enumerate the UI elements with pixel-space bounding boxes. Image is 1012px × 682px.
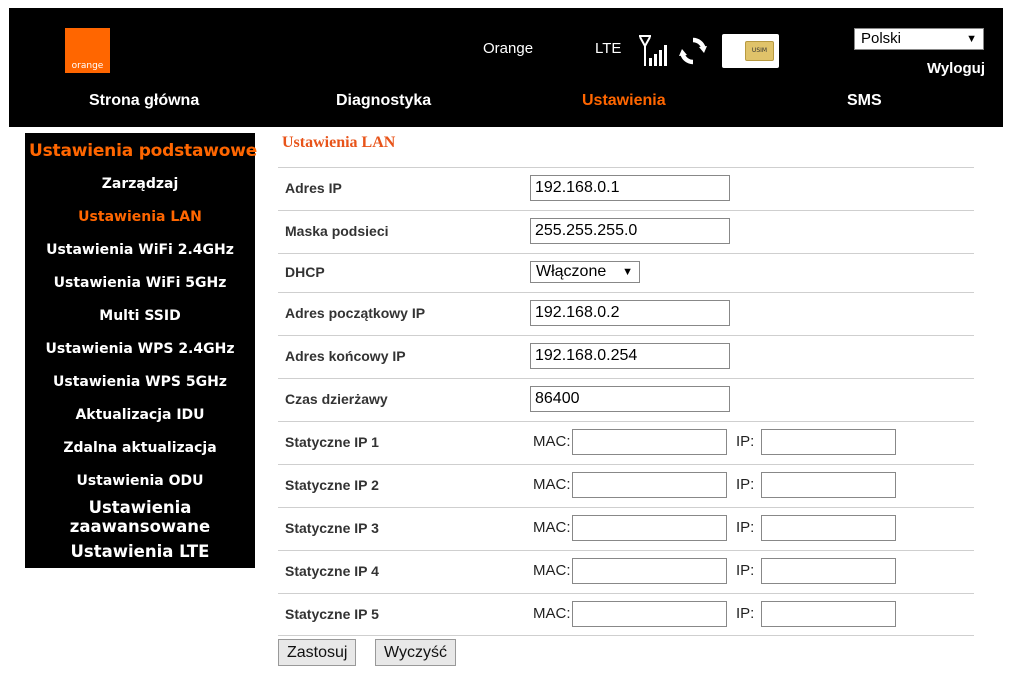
main-nav: Strona główna Diagnostyka Ustawienia SMS — [9, 92, 1003, 112]
sidebar-section-lte[interactable]: Ustawienia LTE — [25, 542, 255, 561]
sidebar-item-idu-update[interactable]: Aktualizacja IDU — [25, 407, 255, 423]
dhcp-label: DHCP — [285, 264, 325, 280]
static-ip-input[interactable] — [761, 515, 896, 541]
static-ip-label: Statyczne IP 1 — [285, 434, 379, 450]
static-ip-row: Statyczne IP 4 MAC: IP: — [278, 550, 974, 593]
static-ip-row: Statyczne IP 5 MAC: IP: — [278, 593, 974, 636]
static-ip-row: Statyczne IP 3 MAC: IP: — [278, 507, 974, 550]
sidebar-item-multi-ssid[interactable]: Multi SSID — [25, 308, 255, 324]
clear-button[interactable]: Wyczyść — [375, 639, 456, 666]
signal-bars-icon — [639, 35, 667, 66]
sidebar-item-odu[interactable]: Ustawienia ODU — [25, 473, 255, 489]
ip-address-label: Adres IP — [285, 180, 342, 196]
static-mac-input[interactable] — [572, 472, 727, 498]
static-mac-input[interactable] — [572, 429, 727, 455]
page-title: Ustawienia LAN — [282, 134, 396, 151]
logout-link[interactable]: Wyloguj — [927, 60, 985, 77]
static-ip-label: Statyczne IP 3 — [285, 520, 379, 536]
sidebar-item-manage[interactable]: Zarządzaj — [25, 176, 255, 192]
sim-card-icon: USIM — [722, 34, 779, 68]
static-ip-label: Statyczne IP 5 — [285, 606, 379, 622]
sidebar-section-advanced[interactable]: Ustawienia zaawansowane — [55, 498, 225, 536]
lan-settings-form: Adres IP 192.168.0.1 Maska podsieci 255.… — [278, 167, 974, 636]
sidebar-item-remote-update[interactable]: Zdalna aktualizacja — [25, 440, 255, 456]
logo-text: orange — [71, 61, 104, 71]
static-mac-input[interactable] — [572, 558, 727, 584]
static-ip-input[interactable] — [761, 601, 896, 627]
ip-label: IP: — [736, 433, 755, 450]
ip-address-input[interactable]: 192.168.0.1 — [530, 175, 730, 201]
static-ip-label: Statyczne IP 4 — [285, 563, 379, 579]
sidebar-title[interactable]: Ustawienia podstawowe — [29, 141, 257, 161]
lease-time-input[interactable]: 86400 — [530, 386, 730, 412]
form-row-dhcp: DHCP Włączone ▼ — [278, 253, 974, 292]
ip-label: IP: — [736, 562, 755, 579]
subnet-mask-label: Maska podsieci — [285, 223, 389, 239]
static-mac-input[interactable] — [572, 515, 727, 541]
end-ip-label: Adres końcowy IP — [285, 348, 406, 364]
start-ip-label: Adres początkowy IP — [285, 305, 426, 321]
settings-sidebar: Ustawienia podstawowe Zarządzaj Ustawien… — [25, 133, 257, 568]
static-ip-input[interactable] — [761, 472, 896, 498]
nav-diagnostics[interactable]: Diagnostyka — [336, 92, 431, 110]
sidebar-item-wifi-24[interactable]: Ustawienia WiFi 2.4GHz — [25, 242, 255, 258]
language-select[interactable]: Polski ▼ — [854, 28, 984, 50]
form-row-start-ip: Adres początkowy IP 192.168.0.2 — [278, 292, 974, 335]
nav-sms[interactable]: SMS — [847, 92, 882, 110]
top-header: orange Orange LTE USIM Polski ▼ Wyloguj … — [9, 8, 1003, 127]
ip-label: IP: — [736, 519, 755, 536]
dhcp-value: Włączone — [536, 263, 607, 280]
sidebar-item-lan[interactable]: Ustawienia LAN — [25, 209, 255, 225]
network-type: LTE — [595, 40, 622, 57]
operator-name: Orange — [483, 40, 534, 57]
static-ip-row: Statyczne IP 2 MAC: IP: — [278, 464, 974, 507]
static-ip-input[interactable] — [761, 558, 896, 584]
orange-logo[interactable]: orange — [65, 28, 110, 73]
form-row-end-ip: Adres końcowy IP 192.168.0.254 — [278, 335, 974, 378]
dhcp-select[interactable]: Włączone ▼ — [530, 261, 640, 283]
mac-label: MAC: — [533, 519, 571, 536]
ip-label: IP: — [736, 605, 755, 622]
static-mac-input[interactable] — [572, 601, 727, 627]
dropdown-arrow-icon: ▼ — [966, 33, 977, 45]
end-ip-input[interactable]: 192.168.0.254 — [530, 343, 730, 369]
apply-button[interactable]: Zastosuj — [278, 639, 357, 666]
start-ip-input[interactable]: 192.168.0.2 — [530, 300, 730, 326]
language-value: Polski — [861, 30, 902, 47]
static-ip-row: Statyczne IP 1 MAC: IP: — [278, 421, 974, 464]
nav-settings[interactable]: Ustawienia — [582, 92, 666, 110]
static-ip-label: Statyczne IP 2 — [285, 477, 379, 493]
subnet-mask-input[interactable]: 255.255.255.0 — [530, 218, 730, 244]
form-row-lease: Czas dzierżawy 86400 — [278, 378, 974, 421]
form-row-mask: Maska podsieci 255.255.255.0 — [278, 210, 974, 253]
mac-label: MAC: — [533, 476, 571, 493]
mac-label: MAC: — [533, 562, 571, 579]
sim-chip: USIM — [745, 41, 774, 61]
sidebar-item-wps-5[interactable]: Ustawienia WPS 5GHz — [25, 374, 255, 390]
sidebar-item-wifi-5[interactable]: Ustawienia WiFi 5GHz — [25, 275, 255, 291]
sync-icon[interactable] — [678, 36, 708, 66]
mac-label: MAC: — [533, 605, 571, 622]
static-ip-input[interactable] — [761, 429, 896, 455]
form-row-ip: Adres IP 192.168.0.1 — [278, 167, 974, 210]
dropdown-arrow-icon: ▼ — [622, 266, 633, 278]
ip-label: IP: — [736, 476, 755, 493]
lease-time-label: Czas dzierżawy — [285, 391, 388, 407]
nav-home[interactable]: Strona główna — [89, 92, 199, 110]
sidebar-item-wps-24[interactable]: Ustawienia WPS 2.4GHz — [25, 341, 255, 357]
mac-label: MAC: — [533, 433, 571, 450]
